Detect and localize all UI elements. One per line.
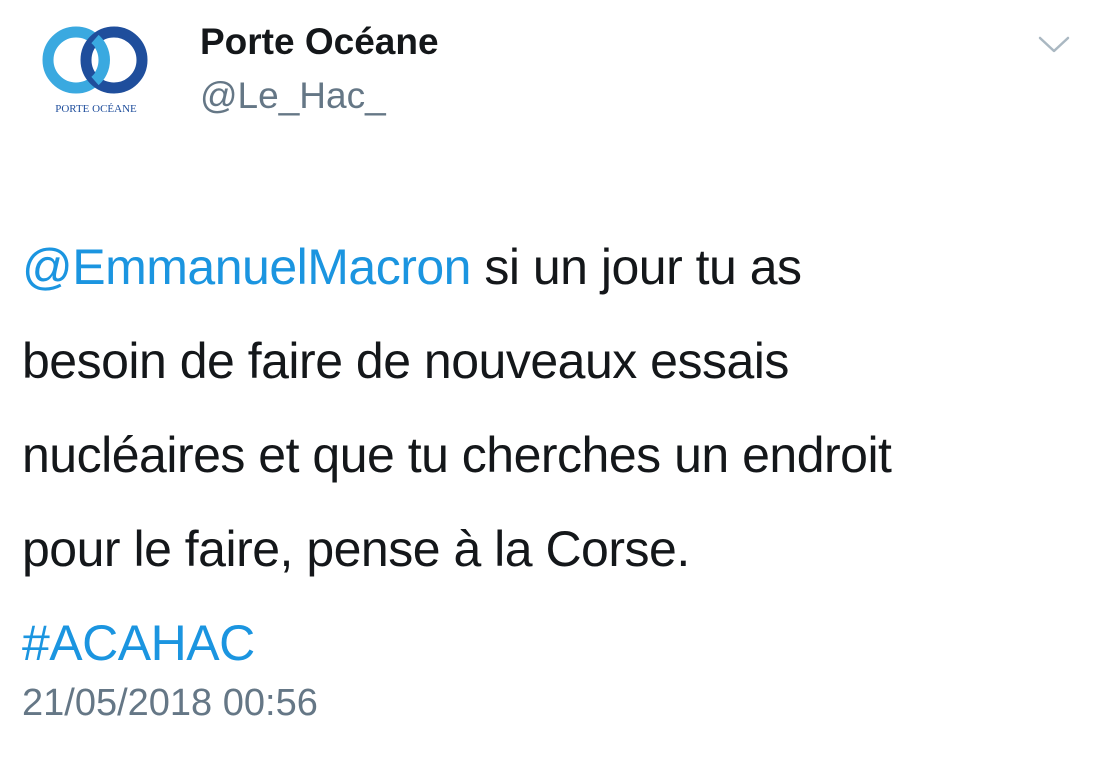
- hashtag-link[interactable]: #ACAHAC: [22, 607, 255, 679]
- tweet-card: PORTE OCÉANE Porte Océane @Le_Hac_ @Emma…: [0, 0, 1100, 764]
- porte-oceane-logo: PORTE OCÉANE: [42, 26, 148, 115]
- author-display-name[interactable]: Porte Océane: [200, 20, 439, 64]
- tweet-line-3: nucléaires et que tu cherches un endroit: [22, 427, 892, 483]
- author-handle[interactable]: @Le_Hac_: [200, 74, 439, 118]
- author-block: Porte Océane @Le_Hac_: [200, 20, 439, 118]
- svg-text:PORTE OCÉANE: PORTE OCÉANE: [55, 103, 137, 115]
- tweet-text-segment: si un jour tu as: [470, 239, 802, 295]
- tweet-line-2: besoin de faire de nouveaux essais: [22, 333, 789, 389]
- tweet-timestamp[interactable]: 21/05/2018 00:56: [22, 680, 318, 726]
- tweet-line-5: #ACAHAC: [22, 596, 1092, 690]
- avatar[interactable]: PORTE OCÉANE: [30, 22, 162, 118]
- tweet-line-1: @EmmanuelMacron si un jour tu as: [22, 220, 1092, 314]
- tweet-line-4: pour le faire, pense à la Corse.: [22, 521, 690, 577]
- tweet-text: @EmmanuelMacron si un jour tu as besoin …: [22, 220, 1092, 690]
- mention-link[interactable]: @EmmanuelMacron: [22, 239, 471, 295]
- chevron-down-icon[interactable]: [1036, 32, 1072, 56]
